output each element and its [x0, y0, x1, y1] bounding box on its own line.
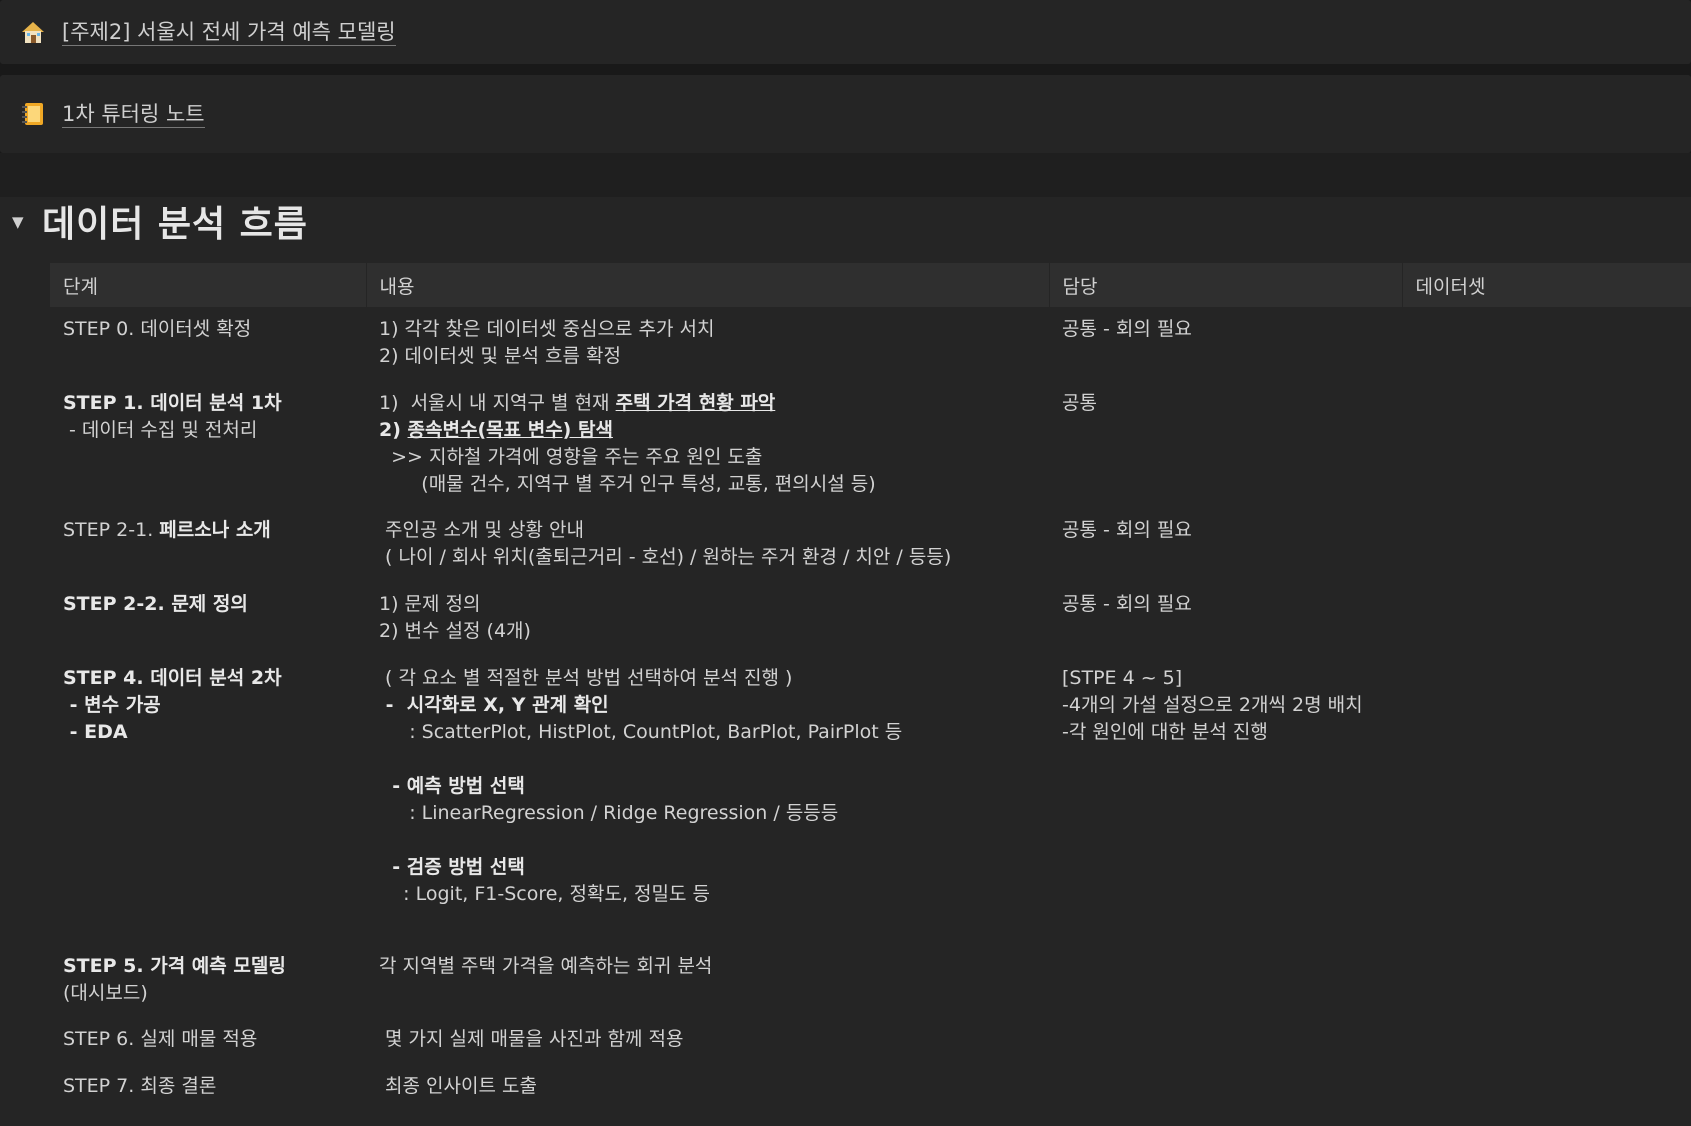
cell-step[interactable]: STEP 2-1. 페르소나 소개 — [50, 508, 366, 582]
column-header-step[interactable]: 단계 — [50, 263, 367, 307]
cell-content[interactable]: 몇 가지 실제 매물을 사진과 함께 적용 — [366, 1017, 1049, 1064]
cell-owner[interactable]: 공통 — [1049, 381, 1402, 508]
cell-dataset[interactable] — [1402, 508, 1691, 582]
cell-owner[interactable]: 공통 - 회의 필요 — [1049, 582, 1402, 656]
cell-step[interactable]: STEP 1. 데이터 분석 1차 - 데이터 수집 및 전처리 — [50, 381, 366, 508]
cell-content[interactable]: 최종 인사이트 도출 — [366, 1064, 1049, 1111]
section-heading[interactable]: 데이터 분석 흐름 — [42, 197, 308, 253]
house-icon — [18, 17, 48, 47]
table-row: STEP 5. 가격 예측 모델링 (대시보드) 각 지역별 주택 가격을 예측… — [50, 944, 1691, 1017]
triangle-down-icon[interactable]: ▼ — [12, 213, 24, 231]
cell-content[interactable]: 1) 서울시 내 지역구 별 현재 주택 가격 현황 파악 2) 종속변수(목표… — [366, 381, 1049, 508]
analysis-flow-table: 단계 내용 담당 데이터셋 STEP 0. 데이터셋 확정 1) 각각 찾은 데… — [50, 263, 1691, 1111]
cell-dataset[interactable] — [1402, 582, 1691, 656]
cell-content[interactable]: ( 각 요소 별 적절한 분석 방법 선택하여 분석 진행 ) - 시각화로 X… — [366, 656, 1049, 944]
table-row: STEP 2-1. 페르소나 소개 주인공 소개 및 상황 안내 ( 나이 / … — [50, 508, 1691, 582]
table-row: STEP 0. 데이터셋 확정 1) 각각 찾은 데이터셋 중심으로 추가 서치… — [50, 307, 1691, 381]
cell-step[interactable]: STEP 6. 실제 매물 적용 — [50, 1017, 366, 1064]
table-row: STEP 6. 실제 매물 적용 몇 가지 실제 매물을 사진과 함께 적용 — [50, 1017, 1691, 1064]
table-row: STEP 7. 최종 결론 최종 인사이트 도출 — [50, 1064, 1691, 1111]
column-header-content[interactable]: 내용 — [366, 263, 1050, 307]
column-header-owner[interactable]: 담당 — [1049, 263, 1403, 307]
table-row: STEP 4. 데이터 분석 2차 - 변수 가공 - EDA ( 각 요소 별… — [50, 656, 1691, 944]
cell-dataset[interactable] — [1402, 1017, 1691, 1064]
page-link-tutoring-note[interactable]: 1차 튜터링 노트 — [0, 75, 1691, 153]
page-link-label: [주제2] 서울시 전세 가격 예측 모델링 — [62, 19, 396, 46]
cell-step[interactable]: STEP 7. 최종 결론 — [50, 1064, 366, 1111]
table-row: STEP 2-2. 문제 정의 1) 문제 정의 2) 변수 설정 (4개) 공… — [50, 582, 1691, 656]
cell-owner[interactable]: 공통 - 회의 필요 — [1049, 307, 1402, 381]
cell-owner[interactable] — [1049, 1064, 1402, 1111]
page-link-subject2[interactable]: [주제2] 서울시 전세 가격 예측 모델링 — [0, 0, 1691, 64]
column-header-dataset[interactable]: 데이터셋 — [1402, 263, 1691, 307]
cell-content[interactable]: 주인공 소개 및 상황 안내 ( 나이 / 회사 위치(출퇴근거리 - 호선) … — [366, 508, 1049, 582]
page-link-label: 1차 튜터링 노트 — [62, 101, 205, 128]
cell-step[interactable]: STEP 0. 데이터셋 확정 — [50, 307, 366, 381]
cell-owner[interactable] — [1049, 1017, 1402, 1064]
cell-dataset[interactable] — [1402, 307, 1691, 381]
cell-dataset[interactable] — [1402, 656, 1691, 944]
cell-content[interactable]: 1) 문제 정의 2) 변수 설정 (4개) — [366, 582, 1049, 656]
cell-dataset[interactable] — [1402, 944, 1691, 1017]
cell-owner[interactable] — [1049, 944, 1402, 1017]
cell-content[interactable]: 각 지역별 주택 가격을 예측하는 회귀 분석 — [366, 944, 1049, 1017]
cell-dataset[interactable] — [1402, 381, 1691, 508]
notebook-icon — [18, 99, 48, 129]
divider-band — [0, 153, 1691, 197]
cell-step[interactable]: STEP 2-2. 문제 정의 — [50, 582, 366, 656]
cell-owner[interactable]: 공통 - 회의 필요 — [1049, 508, 1402, 582]
cell-content[interactable]: 1) 각각 찾은 데이터셋 중심으로 추가 서치 2) 데이터셋 및 분석 흐름… — [366, 307, 1049, 381]
toggle-section: ▼ 데이터 분석 흐름 단계 내용 담당 데이터셋 STEP 0. 데이터셋 확… — [0, 197, 1691, 1126]
table-row: STEP 1. 데이터 분석 1차 - 데이터 수집 및 전처리 1) 서울시 … — [50, 381, 1691, 508]
cell-step[interactable]: STEP 4. 데이터 분석 2차 - 변수 가공 - EDA — [50, 656, 366, 944]
cell-owner[interactable]: [STPE 4 ~ 5] -4개의 가설 설정으로 2개씩 2명 배치 -각 원… — [1049, 656, 1402, 944]
cell-step[interactable]: STEP 5. 가격 예측 모델링 (대시보드) — [50, 944, 366, 1017]
table-header-row: 단계 내용 담당 데이터셋 — [50, 263, 1691, 307]
cell-dataset[interactable] — [1402, 1064, 1691, 1111]
